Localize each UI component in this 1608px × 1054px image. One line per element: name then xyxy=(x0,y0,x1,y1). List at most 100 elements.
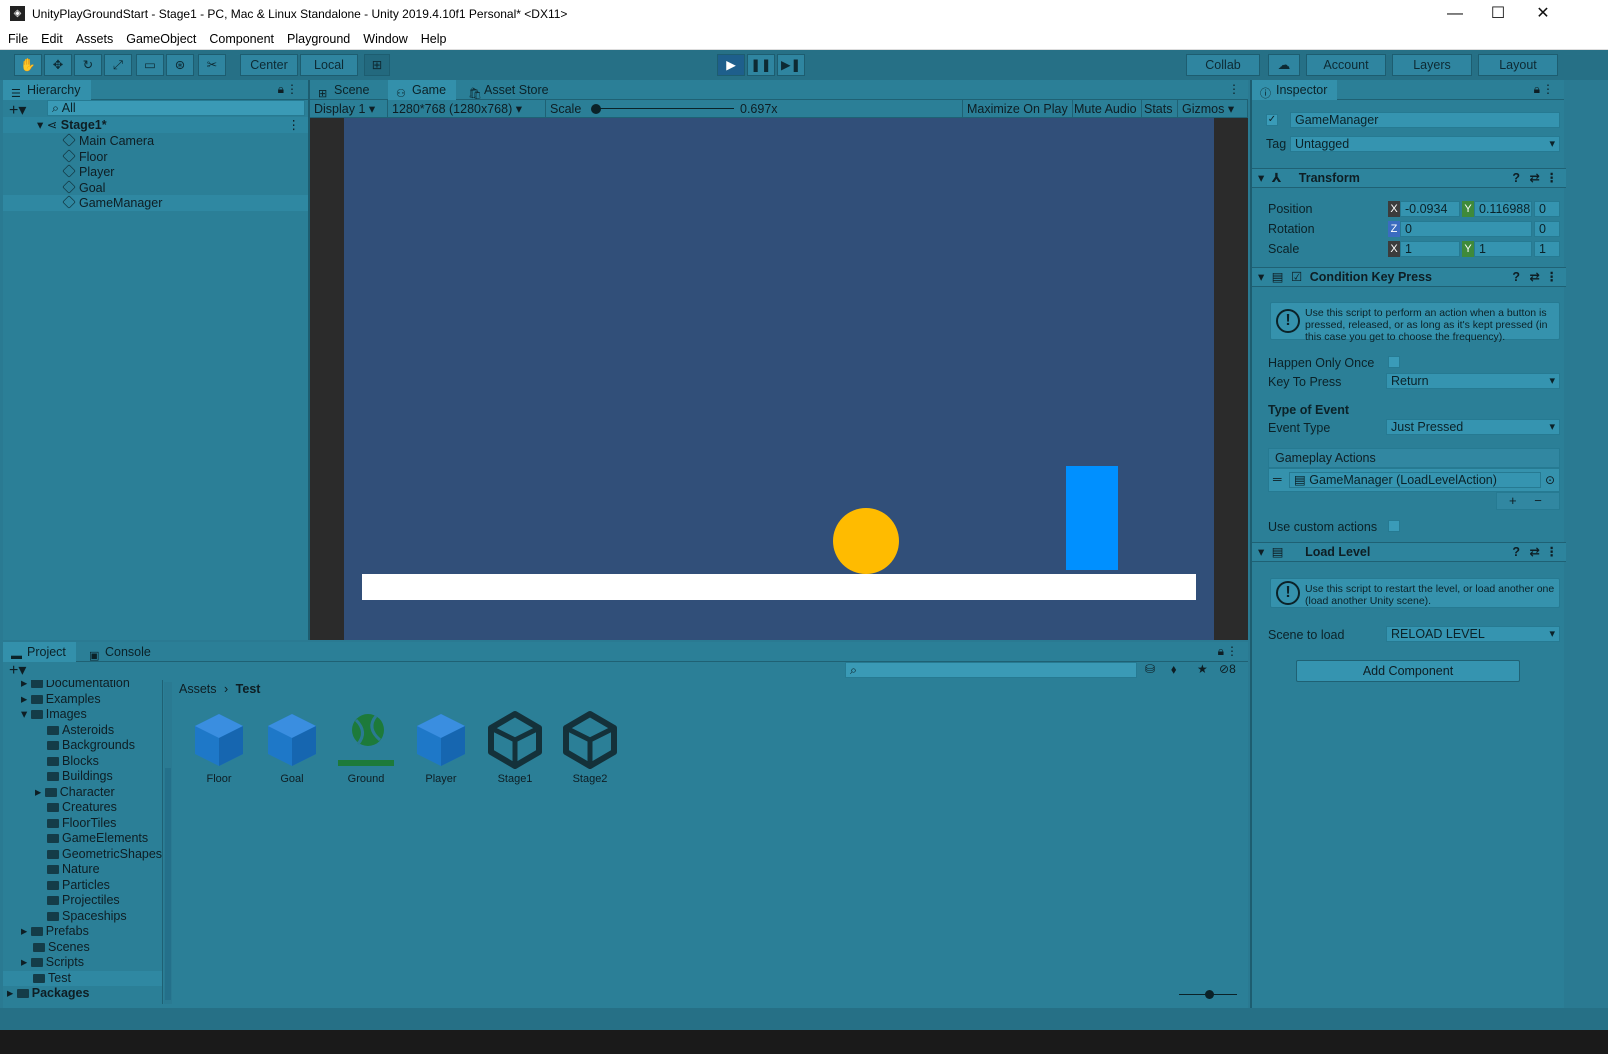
icon-size-slider-thumb[interactable] xyxy=(1205,990,1214,999)
hierarchy-item-player[interactable]: Player xyxy=(3,164,308,180)
component-menu-icon[interactable]: ⋮ xyxy=(1546,543,1559,562)
menu-edit[interactable]: Edit xyxy=(33,28,68,46)
component-menu-icon[interactable]: ⋮ xyxy=(1546,268,1559,287)
tree-item-backgrounds[interactable]: Backgrounds xyxy=(47,738,135,753)
step-button[interactable]: ▶❚ xyxy=(777,54,805,76)
transform-header[interactable]: ▾ ⅄ Transform ? ⇄ ⋮ xyxy=(1252,168,1566,188)
tree-item-nature[interactable]: Nature xyxy=(47,862,100,877)
rotation-z-input[interactable]: 0 xyxy=(1400,221,1532,237)
menu-assets[interactable]: Assets xyxy=(68,28,119,46)
tree-item-examples[interactable]: ▸ Examples xyxy=(21,692,101,707)
kebab-menu-icon[interactable]: ⋮ xyxy=(1542,82,1554,96)
maximize-on-play-toggle[interactable]: Maximize On Play xyxy=(962,100,1073,118)
stats-toggle[interactable]: Stats xyxy=(1140,100,1178,118)
game-canvas[interactable] xyxy=(344,118,1214,640)
hierarchy-item-goal[interactable]: Goal xyxy=(3,180,308,196)
list-remove-icon[interactable]: − xyxy=(1534,493,1542,508)
asset-player[interactable]: Player xyxy=(406,710,476,785)
project-search-input[interactable]: ⌕ xyxy=(845,662,1137,678)
help-icon[interactable]: ? xyxy=(1512,169,1520,188)
lock-icon[interactable]: 🔒︎ xyxy=(278,82,284,97)
asset-stage1[interactable]: Stage1 xyxy=(480,710,550,785)
pivot-local-button[interactable]: Local xyxy=(300,54,358,76)
use-custom-actions-checkbox[interactable] xyxy=(1388,520,1400,532)
menu-gameobject[interactable]: GameObject xyxy=(118,28,201,46)
tree-item-character[interactable]: ▸ Character xyxy=(35,785,115,800)
snap-icon[interactable]: ⊞ xyxy=(364,54,390,76)
rotation-w-input[interactable]: 0 xyxy=(1534,221,1560,237)
account-dropdown[interactable]: Account xyxy=(1306,54,1386,76)
scale-slider-thumb[interactable] xyxy=(591,104,601,114)
scale-x-input[interactable]: 1 xyxy=(1400,241,1460,257)
custom-tool-icon[interactable]: ✂ xyxy=(198,54,226,76)
preset-icon[interactable]: ⇄ xyxy=(1530,268,1540,287)
component-menu-icon[interactable]: ⋮ xyxy=(1546,169,1559,188)
scale-z-input[interactable]: 1 xyxy=(1534,241,1560,257)
tab-inspector[interactable]: ⓘ Inspector xyxy=(1252,80,1338,100)
create-plus-icon[interactable]: +▾ xyxy=(9,660,26,680)
tree-item-test[interactable]: Test xyxy=(3,971,162,986)
help-icon[interactable]: ? xyxy=(1512,543,1520,562)
tree-item-packages[interactable]: ▸ Packages xyxy=(7,986,89,1001)
component-enabled-checkbox[interactable]: ☑ xyxy=(1291,270,1302,284)
close-button[interactable]: ✕ xyxy=(1520,0,1566,28)
object-picker-icon[interactable]: ⊙ xyxy=(1545,473,1555,487)
tab-asset-store[interactable]: 🛍︎ Asset Store xyxy=(460,80,559,100)
hierarchy-search-input[interactable]: ⌕ All xyxy=(47,100,305,116)
tab-console[interactable]: ▣ Console xyxy=(81,642,161,662)
hidden-count-badge[interactable]: ⊘8 xyxy=(1219,662,1236,676)
favorite-star-icon[interactable]: ★ xyxy=(1197,662,1208,676)
tab-project[interactable]: ▬ Project xyxy=(3,642,76,662)
list-add-icon[interactable]: + xyxy=(1509,493,1517,508)
object-name-input[interactable]: GameManager xyxy=(1290,112,1560,128)
tree-item-gameelements[interactable]: GameElements xyxy=(47,831,148,846)
play-button[interactable]: ▶ xyxy=(717,54,745,76)
tree-item-scenes[interactable]: Scenes xyxy=(33,940,90,955)
tab-game[interactable]: ⚇ Game xyxy=(388,80,457,100)
tree-item-particles[interactable]: Particles xyxy=(47,878,110,893)
menu-component[interactable]: Component xyxy=(201,28,279,46)
rotate-tool-icon[interactable]: ↻ xyxy=(74,54,102,76)
help-icon[interactable]: ? xyxy=(1512,268,1520,287)
hierarchy-item-gamemanager[interactable]: GameManager xyxy=(3,195,308,211)
kebab-menu-icon[interactable]: ⋮ xyxy=(286,82,298,96)
happen-once-checkbox[interactable] xyxy=(1388,356,1400,368)
load-level-header[interactable]: ▾ ▤ Load Level ? ⇄ ⋮ xyxy=(1252,542,1566,562)
minimize-button[interactable]: — xyxy=(1432,0,1478,28)
scale-slider[interactable]: Scale 0.697x xyxy=(546,100,778,118)
kebab-menu-icon[interactable]: ⋮ xyxy=(1226,644,1238,658)
display-dropdown[interactable]: Display 1 ▾ xyxy=(310,100,388,118)
position-y-input[interactable]: 0.116988 xyxy=(1474,201,1532,217)
transform-tool-icon[interactable]: ⊛ xyxy=(166,54,194,76)
menu-playground[interactable]: Playground xyxy=(279,28,355,46)
tree-item-prefabs[interactable]: ▸ Prefabs xyxy=(21,924,89,939)
cloud-icon[interactable]: ☁ xyxy=(1268,54,1300,76)
menu-help[interactable]: Help xyxy=(413,28,452,46)
tree-item-images[interactable]: ▾ Images xyxy=(21,707,87,722)
tree-item-blocks[interactable]: Blocks xyxy=(47,754,99,769)
scene-to-load-dropdown[interactable]: RELOAD LEVEL xyxy=(1386,626,1560,642)
tree-item-buildings[interactable]: Buildings xyxy=(47,769,113,784)
breadcrumb-assets[interactable]: Assets xyxy=(179,682,217,696)
tree-scrollbar-thumb[interactable] xyxy=(165,768,171,1000)
tree-item-spaceships[interactable]: Spaceships xyxy=(47,909,127,924)
layout-dropdown[interactable]: Layout xyxy=(1478,54,1558,76)
hierarchy-item-floor[interactable]: Floor xyxy=(3,149,308,165)
breadcrumb-test[interactable]: Test xyxy=(236,682,261,696)
hand-tool-icon[interactable]: ✋ xyxy=(14,54,42,76)
tree-item-scripts[interactable]: ▸ Scripts xyxy=(21,955,84,970)
action-object-field[interactable]: ▤ GameManager (LoadLevelAction) xyxy=(1289,472,1541,488)
game-viewport[interactable] xyxy=(310,118,1248,640)
filter-type-icon[interactable]: ⛁ xyxy=(1145,662,1155,676)
tree-scrollbar[interactable] xyxy=(164,682,172,1004)
layers-dropdown[interactable]: Layers xyxy=(1392,54,1472,76)
tab-scene[interactable]: ⊞ Scene xyxy=(310,80,379,100)
drag-handle-icon[interactable]: ═ xyxy=(1273,472,1282,486)
rect-tool-icon[interactable]: ▭ xyxy=(136,54,164,76)
mute-audio-toggle[interactable]: Mute Audio xyxy=(1070,100,1142,118)
filter-label-icon[interactable]: ⬧ xyxy=(1171,662,1176,677)
tree-item-geometricshapes[interactable]: GeometricShapes xyxy=(47,847,162,862)
tree-item-floortiles[interactable]: FloorTiles xyxy=(47,816,116,831)
key-to-press-dropdown[interactable]: Return xyxy=(1386,373,1560,389)
pivot-center-button[interactable]: Center xyxy=(240,54,298,76)
